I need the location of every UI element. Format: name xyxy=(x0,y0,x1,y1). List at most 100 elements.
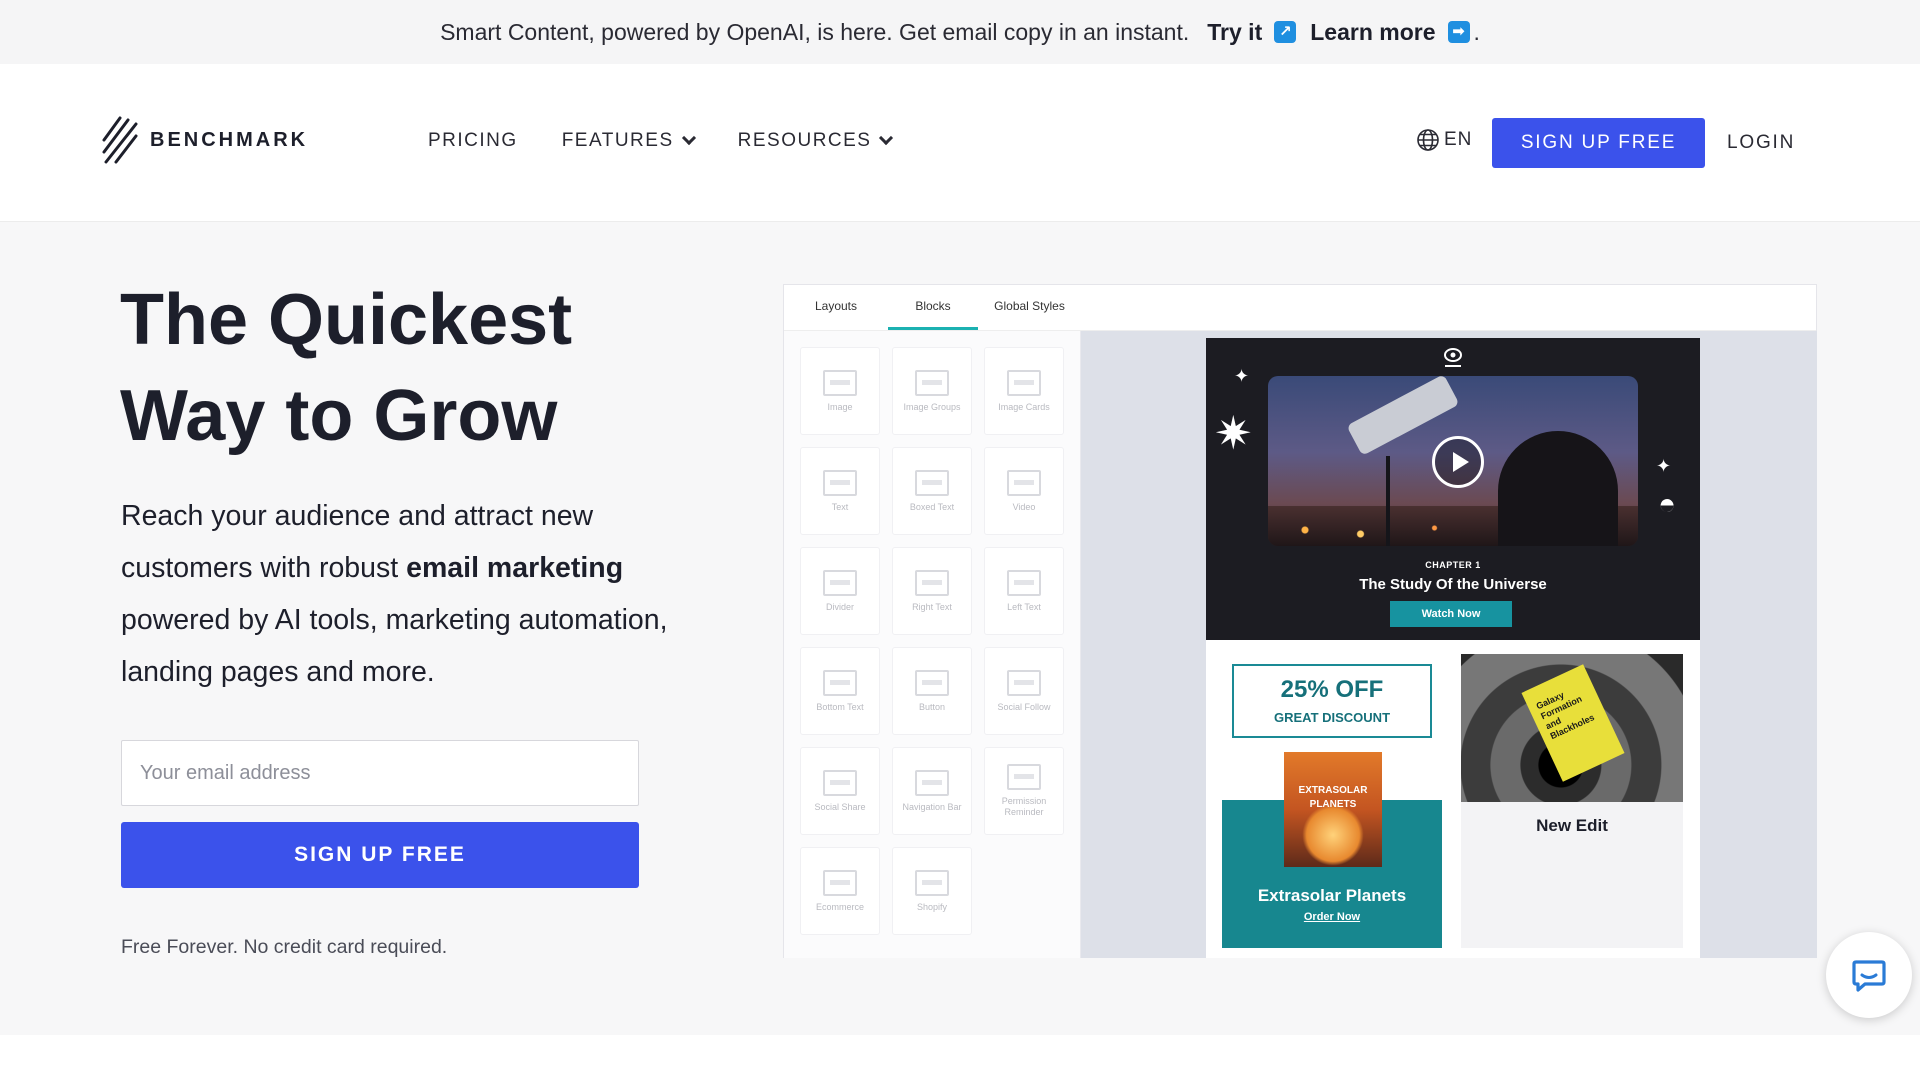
block-label: Social Share xyxy=(814,801,866,812)
announcement-text: Smart Content, powered by OpenAI, is her… xyxy=(440,18,1190,45)
promo-section: 25% OFF GREAT DISCOUNT EXTRASOLAR PLANET… xyxy=(1222,654,1442,948)
nav-resources[interactable]: RESOURCES xyxy=(737,130,894,152)
sparkle-icon: ✦ xyxy=(1234,366,1250,386)
block-bottom-text[interactable]: Bottom Text xyxy=(800,647,880,735)
right-text-icon xyxy=(915,569,949,596)
block-social-share[interactable]: Social Share xyxy=(800,747,880,835)
nav-pricing-label: PRICING xyxy=(428,130,518,151)
block-image[interactable]: Image xyxy=(800,347,880,435)
discount-label: GREAT DISCOUNT xyxy=(1273,710,1391,725)
try-it-link[interactable]: Try it ↗ xyxy=(1207,19,1310,46)
hero-title: The Quickest Way to Grow xyxy=(120,272,720,464)
block-label: Left Text xyxy=(1007,601,1041,612)
block-image-groups[interactable]: Image Groups xyxy=(892,347,972,435)
shopify-icon xyxy=(915,869,949,896)
block-label: Video xyxy=(1012,501,1036,512)
language-label: EN xyxy=(1444,129,1473,150)
block-label: Image Groups xyxy=(903,401,961,412)
tripod-shape xyxy=(1386,456,1390,546)
social-follow-icon xyxy=(1007,669,1041,696)
hero-title-line2: Way to Grow xyxy=(120,376,558,456)
hero-section: The Quickest Way to Grow Reach your audi… xyxy=(0,222,1920,1035)
sparkle-icon: ✦ xyxy=(1656,456,1672,476)
hero-signup-button[interactable]: SIGN UP FREE xyxy=(121,822,639,888)
watch-now-button[interactable]: Watch Now xyxy=(1390,601,1512,627)
email-editor-preview: Layouts Blocks Global Styles Image Image… xyxy=(783,284,1817,958)
globe-icon xyxy=(1417,129,1439,151)
login-link[interactable]: LOGIN xyxy=(1727,132,1795,154)
block-permission-reminder[interactable]: Permission Reminder xyxy=(984,747,1064,835)
block-label: Permission Reminder xyxy=(1001,796,1047,817)
block-label: Button xyxy=(918,701,946,712)
block-image-cards[interactable]: Image Cards xyxy=(984,347,1064,435)
planet-book-cover: EXTRASOLAR PLANETS xyxy=(1284,752,1382,867)
tab-blocks[interactable]: Blocks xyxy=(888,285,978,330)
person-silhouette xyxy=(1498,431,1618,546)
blackhole-image: Galaxy Formation and Blackholes xyxy=(1461,654,1683,802)
nav-signup-button[interactable]: SIGN UP FREE xyxy=(1492,118,1705,168)
block-ecommerce[interactable]: Ecommerce xyxy=(800,847,880,935)
block-left-text[interactable]: Left Text xyxy=(984,547,1064,635)
benchmark-logo[interactable]: BENCHMARK xyxy=(100,114,308,166)
announcement-bar: Smart Content, powered by OpenAI, is her… xyxy=(0,0,1920,64)
nav-resources-label: RESOURCES xyxy=(737,130,872,151)
block-button[interactable]: Button xyxy=(892,647,972,735)
nav-pricing[interactable]: PRICING xyxy=(428,130,518,152)
planet-card-text: EXTRASOLAR PLANETS xyxy=(1298,785,1368,810)
blocks-palette: Image Image Groups Image Cards Text Boxe… xyxy=(784,331,1081,958)
book-section: Galaxy Formation and Blackholes New Edit xyxy=(1461,654,1683,948)
block-label: Divider xyxy=(825,601,854,612)
discount-amount: 25% OFF xyxy=(1280,676,1384,703)
nav-features[interactable]: FEATURES xyxy=(561,130,696,152)
block-divider[interactable]: Divider xyxy=(800,547,880,635)
chat-icon xyxy=(1852,960,1886,992)
hero-description: Reach your audience and attract new cust… xyxy=(121,490,701,698)
block-shopify[interactable]: Shopify xyxy=(892,847,972,935)
language-selector[interactable]: EN xyxy=(1416,128,1472,152)
planet-icon: ◓ xyxy=(1658,488,1677,521)
block-label: Image Cards xyxy=(998,401,1050,412)
video-section[interactable]: ✦ ✷ ✦ ◓ CHAPTER 1 The Study Of the Unive… xyxy=(1206,338,1700,640)
divider-icon xyxy=(823,569,857,596)
external-link-icon: ↗ xyxy=(1274,21,1297,43)
logo-text: BENCHMARK xyxy=(150,128,309,151)
block-social-follow[interactable]: Social Follow xyxy=(984,647,1064,735)
block-right-text[interactable]: Right Text xyxy=(892,547,972,635)
image-icon xyxy=(823,369,857,396)
nav-links: PRICING FEATURES RESOURCES xyxy=(428,130,894,152)
block-text[interactable]: Text xyxy=(800,447,880,535)
block-label: Image xyxy=(827,401,853,412)
block-video[interactable]: Video xyxy=(984,447,1064,535)
order-now-link[interactable]: Order Now xyxy=(1222,911,1442,923)
editor-canvas: ✦ ✷ ✦ ◓ CHAPTER 1 The Study Of the Unive… xyxy=(1081,331,1817,958)
block-label: Ecommerce xyxy=(815,901,864,912)
hero-desc-part2: powered by AI tools, marketing automatio… xyxy=(121,604,668,688)
new-edit-label: New Edit xyxy=(1536,816,1608,835)
text-icon xyxy=(823,469,857,496)
permission-reminder-icon xyxy=(1007,764,1041,790)
tab-global-styles[interactable]: Global Styles xyxy=(978,285,1081,330)
try-it-label: Try it xyxy=(1207,18,1263,45)
learn-more-link[interactable]: Learn more ➡ xyxy=(1310,18,1470,46)
play-icon[interactable] xyxy=(1432,436,1484,488)
nav-features-label: FEATURES xyxy=(561,130,674,151)
email-field[interactable] xyxy=(121,740,639,806)
cart-icon xyxy=(823,869,857,896)
block-label: Text xyxy=(831,501,849,512)
video-thumbnail xyxy=(1268,376,1638,546)
block-navigation-bar[interactable]: Navigation Bar xyxy=(892,747,972,835)
planet-title: Extrasolar Planets xyxy=(1257,886,1407,905)
block-label: Bottom Text xyxy=(816,701,864,712)
image-groups-icon xyxy=(915,369,949,396)
video-title: The Study Of the Universe xyxy=(1359,576,1547,593)
brand-logo-icon xyxy=(1444,348,1462,367)
chapter-label: CHAPTER 1 xyxy=(1425,560,1481,570)
bottom-text-icon xyxy=(823,669,857,696)
tab-layouts[interactable]: Layouts xyxy=(784,285,888,330)
boxed-text-icon xyxy=(915,469,949,496)
chevron-down-icon xyxy=(879,130,894,146)
main-nav: BENCHMARK PRICING FEATURES RESOURCES EN … xyxy=(0,64,1920,222)
chat-widget-button[interactable] xyxy=(1826,932,1912,1018)
block-boxed-text[interactable]: Boxed Text xyxy=(892,447,972,535)
learn-more-label: Learn more xyxy=(1310,18,1436,45)
